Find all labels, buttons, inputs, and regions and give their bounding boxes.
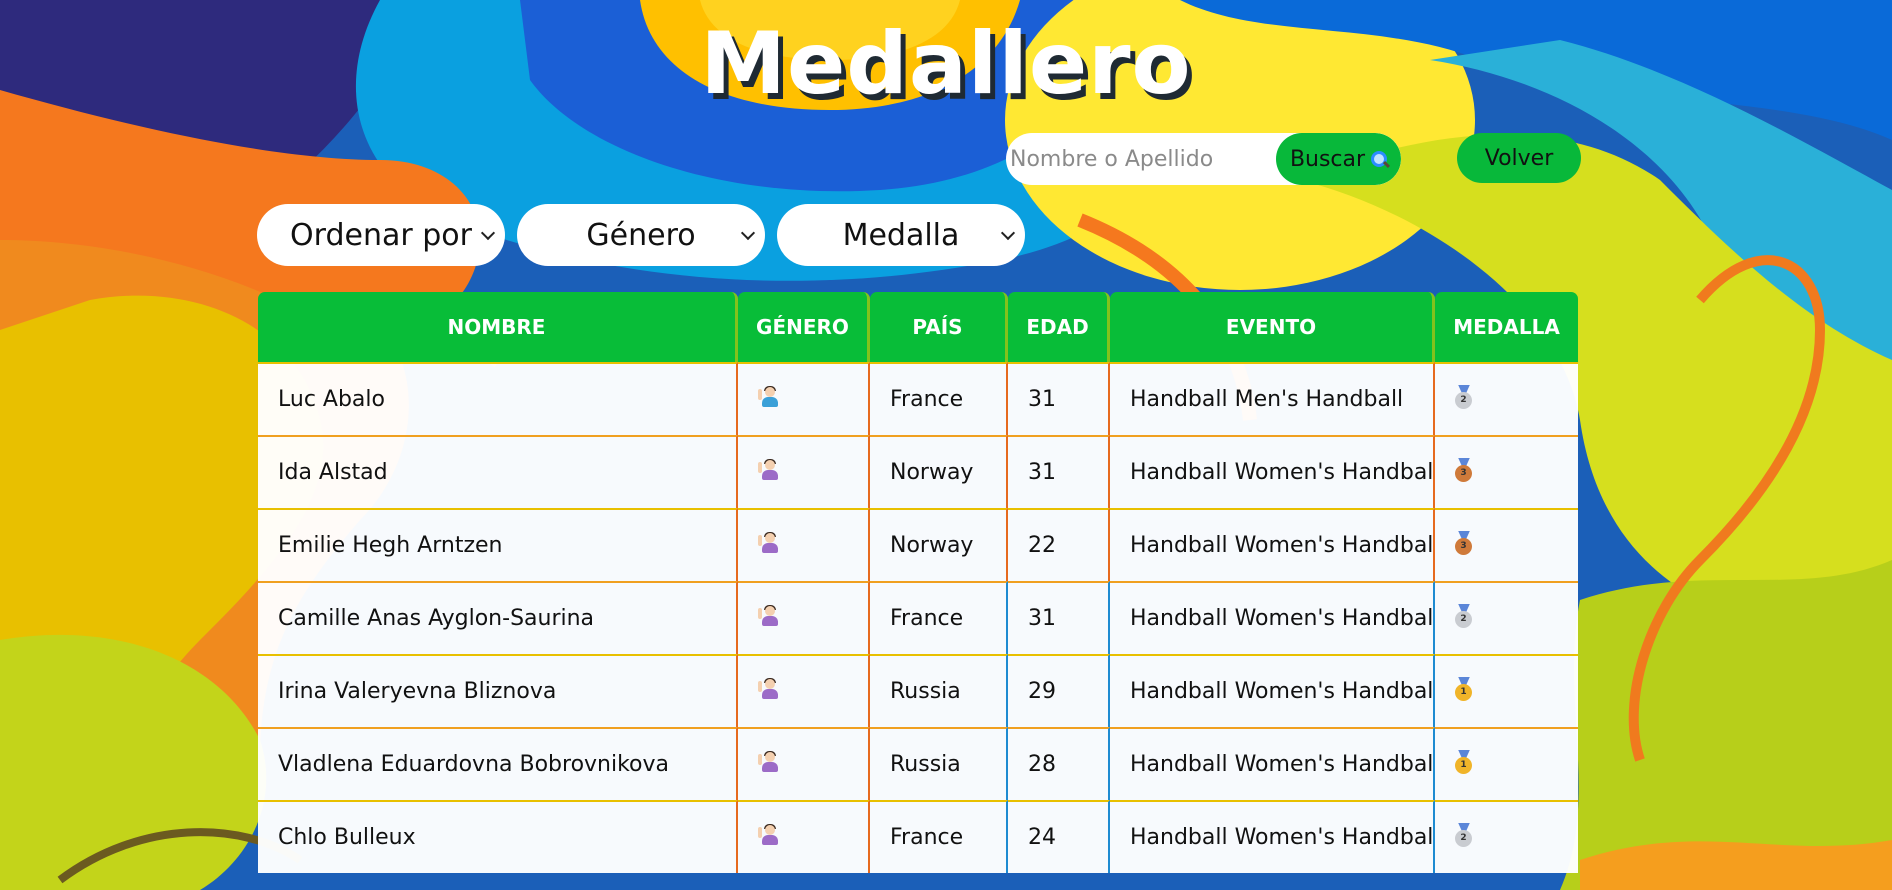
medal-number: 1 xyxy=(1455,683,1472,701)
cell-country: France xyxy=(870,362,1008,435)
cell-medal: 3 xyxy=(1435,435,1578,508)
chevron-down-icon xyxy=(1000,225,1016,241)
search-button-label: Buscar xyxy=(1289,146,1366,172)
cell-age: 31 xyxy=(1008,581,1110,654)
chevron-down-icon xyxy=(740,225,756,241)
table-row: Chlo Bulleux France 24 Handball Women's Han… xyxy=(258,800,1578,873)
cell-medal: 2 xyxy=(1435,800,1578,873)
page-title: Medallero xyxy=(700,14,1192,114)
woman-raising-hand-icon xyxy=(758,458,780,481)
medal-select[interactable]: Medalla xyxy=(777,204,1025,266)
column-header-gender[interactable]: GÉNERO xyxy=(738,292,870,362)
cell-name: Irina Valeryevna Bliznova xyxy=(258,654,738,727)
cell-country: Norway xyxy=(870,508,1008,581)
search-button[interactable]: Buscar xyxy=(1276,133,1401,185)
cell-name: Luc Abalo xyxy=(258,362,738,435)
cell-country: France xyxy=(870,581,1008,654)
magnifying-glass-icon xyxy=(1371,151,1388,167)
cell-medal: 1 xyxy=(1435,654,1578,727)
cell-name: Ida Alstad xyxy=(258,435,738,508)
column-header-medal[interactable]: MEDALLA xyxy=(1435,292,1578,362)
gold-medal-icon: 1 xyxy=(1455,676,1473,701)
gender-select-value: Género xyxy=(586,217,696,253)
column-header-age[interactable]: EDAD xyxy=(1008,292,1110,362)
cell-event: Handball Women's Handball xyxy=(1110,435,1435,508)
silver-medal-icon: 2 xyxy=(1455,603,1473,628)
medal-number: 2 xyxy=(1455,829,1472,847)
table-row: Irina Valeryevna Bliznova Russia 29 Handbal… xyxy=(258,654,1578,727)
woman-raising-hand-icon xyxy=(758,531,780,554)
cell-medal: 2 xyxy=(1435,362,1578,435)
cell-gender xyxy=(738,654,870,727)
cell-medal: 3 xyxy=(1435,508,1578,581)
medal-number: 1 xyxy=(1455,756,1472,774)
cell-name: Chlo Bulleux xyxy=(258,800,738,873)
cell-event: Handball Women's Handball xyxy=(1110,581,1435,654)
table-body: Luc Abalo France 31 Handball Men's Handball… xyxy=(258,362,1578,873)
table-row: Ida Alstad Norway 31 Handball Women's Handb… xyxy=(258,435,1578,508)
cell-gender xyxy=(738,800,870,873)
gold-medal-icon: 1 xyxy=(1455,749,1473,774)
table-row: Luc Abalo France 31 Handball Men's Handball… xyxy=(258,362,1578,435)
cell-gender xyxy=(738,727,870,800)
search-bar: Buscar xyxy=(1006,133,1401,185)
cell-country: Norway xyxy=(870,435,1008,508)
table-header-row: NOMBRE GÉNERO PAÍS EDAD EVENTO MEDALLA xyxy=(258,292,1578,362)
column-header-country[interactable]: PAÍS xyxy=(870,292,1008,362)
medal-number: 3 xyxy=(1455,464,1472,482)
cell-name: Vladlena Eduardovna Bobrovnikova xyxy=(258,727,738,800)
bronze-medal-icon: 3 xyxy=(1455,457,1473,482)
medal-number: 3 xyxy=(1455,537,1472,555)
woman-raising-hand-icon xyxy=(758,604,780,627)
medal-select-value: Medalla xyxy=(842,217,960,253)
cell-event: Handball Women's Handball xyxy=(1110,727,1435,800)
cell-age: 22 xyxy=(1008,508,1110,581)
cell-country: France xyxy=(870,800,1008,873)
cell-country: Russia xyxy=(870,654,1008,727)
search-input[interactable] xyxy=(1006,133,1276,185)
cell-event: Handball Women's Handball xyxy=(1110,800,1435,873)
silver-medal-icon: 2 xyxy=(1455,384,1473,409)
cell-event: Handball Men's Handball xyxy=(1110,362,1435,435)
cell-age: 31 xyxy=(1008,362,1110,435)
cell-name: Camille Anas Ayglon-Saurina xyxy=(258,581,738,654)
table-row: Vladlena Eduardovna Bobrovnikova Russia 28… xyxy=(258,727,1578,800)
woman-raising-hand-icon xyxy=(758,750,780,773)
cell-event: Handball Women's Handball xyxy=(1110,508,1435,581)
cell-gender xyxy=(738,581,870,654)
cell-event: Handball Women's Handball xyxy=(1110,654,1435,727)
cell-age: 31 xyxy=(1008,435,1110,508)
woman-raising-hand-icon xyxy=(758,823,780,846)
table-row: Emilie Hegh Arntzen Norway 22 Handball Wome… xyxy=(258,508,1578,581)
man-raising-hand-icon xyxy=(758,385,780,408)
back-button[interactable]: Volver xyxy=(1457,133,1581,183)
column-header-name[interactable]: NOMBRE xyxy=(258,292,738,362)
order-by-select-value: Ordenar por xyxy=(290,217,472,253)
cell-age: 28 xyxy=(1008,727,1110,800)
medal-number: 2 xyxy=(1455,391,1472,409)
cell-gender xyxy=(738,508,870,581)
medal-table: NOMBRE GÉNERO PAÍS EDAD EVENTO MEDALLA L… xyxy=(258,292,1578,873)
cell-country: Russia xyxy=(870,727,1008,800)
cell-medal: 2 xyxy=(1435,581,1578,654)
bronze-medal-icon: 3 xyxy=(1455,530,1473,555)
gender-select[interactable]: Género xyxy=(517,204,765,266)
chevron-down-icon xyxy=(480,225,496,241)
cell-age: 29 xyxy=(1008,654,1110,727)
cell-age: 24 xyxy=(1008,800,1110,873)
cell-medal: 1 xyxy=(1435,727,1578,800)
cell-gender xyxy=(738,362,870,435)
woman-raising-hand-icon xyxy=(758,677,780,700)
medal-number: 2 xyxy=(1455,610,1472,628)
table-row: Camille Anas Ayglon-Saurina France 31 Handb… xyxy=(258,581,1578,654)
medal-table-container: NOMBRE GÉNERO PAÍS EDAD EVENTO MEDALLA L… xyxy=(258,292,1578,873)
column-header-event[interactable]: EVENTO xyxy=(1110,292,1435,362)
order-by-select[interactable]: Ordenar por xyxy=(257,204,505,266)
cell-name: Emilie Hegh Arntzen xyxy=(258,508,738,581)
cell-gender xyxy=(738,435,870,508)
silver-medal-icon: 2 xyxy=(1455,822,1473,847)
